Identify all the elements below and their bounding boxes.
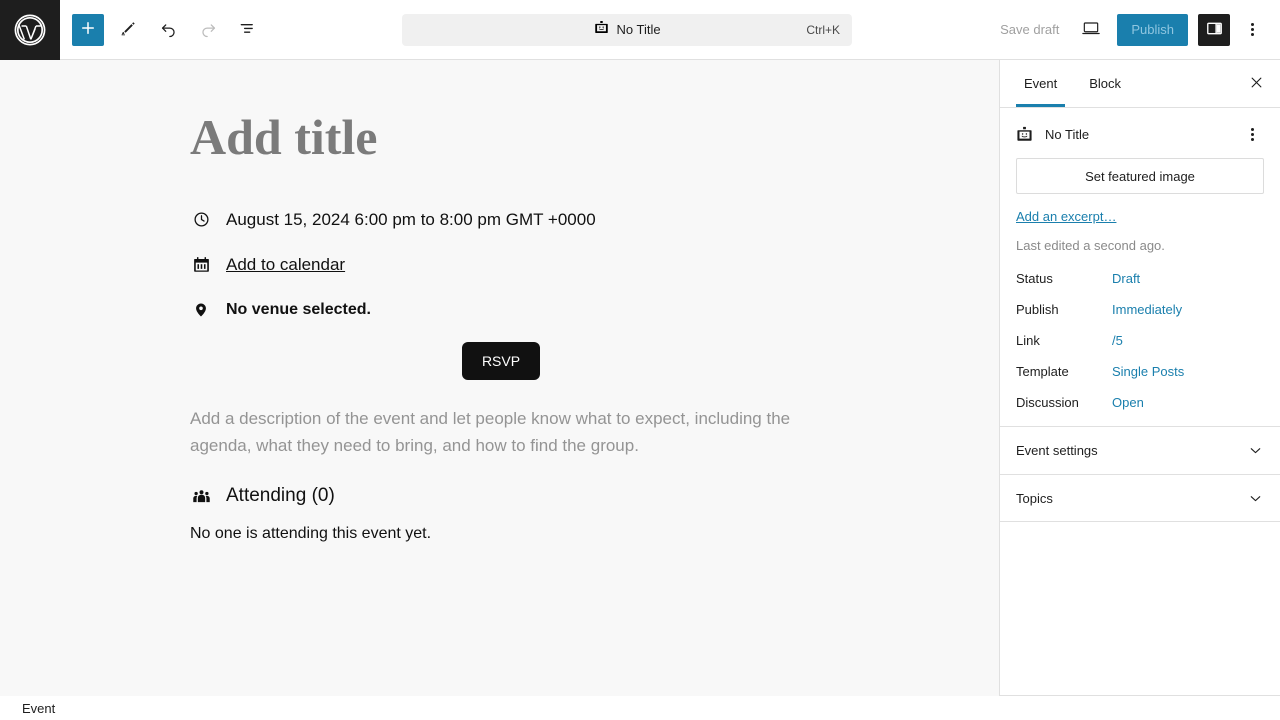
editor-status-bar: Event	[0, 696, 1280, 720]
meta-label-status: Status	[1016, 271, 1053, 286]
clock-icon	[190, 209, 212, 228]
attending-empty-text: No one is attending this event yet.	[190, 525, 432, 543]
wordpress-block-editor: No Title Ctrl+K Save draft Publish Add t…	[0, 0, 1280, 720]
settings-sidebar: Event Block No Title Set featured image …	[1000, 60, 1280, 696]
rsvp-button[interactable]: RSVP	[461, 342, 541, 381]
wordpress-logo-button[interactable]	[0, 0, 60, 60]
meta-value-discussion[interactable]: Open	[1112, 395, 1144, 410]
meta-value-template[interactable]: Single Posts	[1112, 364, 1184, 379]
meta-label-publish: Publish	[1016, 302, 1059, 317]
close-icon	[1249, 75, 1264, 93]
rsvp-button-wrapper: RSVP	[190, 342, 812, 381]
add-to-calendar-link[interactable]: Add to calendar	[226, 254, 345, 277]
sidebar-document-actions-button[interactable]	[1240, 122, 1264, 146]
tab-event[interactable]: Event	[1008, 60, 1073, 107]
last-edited-text: Last edited a second ago.	[1016, 238, 1165, 253]
event-datetime-text: August 15, 2024 6:00 pm to 8:00 pm GMT +…	[226, 210, 596, 229]
preview-button[interactable]	[1073, 12, 1109, 48]
undo-icon	[159, 19, 178, 41]
panel-event-settings[interactable]: Event settings	[1000, 426, 1280, 474]
sidebar-tablist: Event Block	[1000, 60, 1280, 108]
event-venue-text: No venue selected.	[226, 300, 371, 318]
meta-row-template: Template Single Posts	[1016, 364, 1264, 379]
panel-topics[interactable]: Topics	[1000, 474, 1280, 522]
plus-icon	[79, 19, 97, 40]
meta-value-publish[interactable]: Immediately	[1112, 302, 1182, 317]
add-excerpt-link[interactable]: Add an excerpt…	[1016, 209, 1116, 224]
meta-row-publish: Publish Immediately	[1016, 302, 1264, 317]
calendar-icon	[190, 254, 212, 273]
close-sidebar-button[interactable]	[1240, 68, 1272, 100]
undo-button[interactable]	[152, 14, 184, 46]
redo-button[interactable]	[192, 14, 224, 46]
save-draft-button[interactable]: Save draft	[990, 16, 1069, 43]
event-description-input[interactable]: Add a description of the event and let p…	[190, 406, 822, 459]
kebab-menu-icon	[1250, 127, 1254, 141]
sidebar-panel-icon	[1205, 19, 1224, 41]
command-center-shortcut: Ctrl+K	[806, 22, 841, 37]
attending-count-label: Attending (0)	[226, 485, 335, 507]
publish-button[interactable]: Publish	[1117, 13, 1188, 46]
chevron-down-icon	[1247, 490, 1264, 507]
event-block[interactable]: August 15, 2024 6:00 pm to 8:00 pm GMT +…	[190, 209, 812, 543]
editor-canvas: Add title August 15, 2024 6:00 pm to 8:0…	[0, 60, 1000, 696]
command-center-title-group: No Title	[402, 20, 852, 40]
command-center-title: No Title	[616, 22, 661, 37]
meta-label-template: Template	[1016, 364, 1069, 379]
event-calendar-row: Add to calendar	[190, 254, 812, 277]
add-block-button[interactable]	[72, 13, 104, 46]
toolbar-left-group	[60, 13, 264, 46]
event-datetime-row: August 15, 2024 6:00 pm to 8:00 pm GMT +…	[190, 209, 812, 232]
meta-row-discussion: Discussion Open	[1016, 395, 1264, 410]
wordpress-logo-icon	[13, 13, 47, 47]
meta-value-link[interactable]: /5	[1112, 333, 1123, 348]
panel-title-topics: Topics	[1016, 490, 1053, 506]
command-center-bar[interactable]: No Title Ctrl+K	[402, 13, 853, 46]
id-badge-icon	[594, 20, 609, 40]
attending-header: Attending (0)	[190, 485, 812, 507]
more-options-button[interactable]	[1236, 14, 1268, 46]
meta-value-status[interactable]: Draft	[1112, 271, 1140, 286]
tools-button[interactable]	[112, 14, 144, 46]
kebab-menu-icon	[1250, 23, 1254, 36]
toolbar-center-group: No Title Ctrl+K	[264, 13, 990, 46]
editor-toolbar: No Title Ctrl+K Save draft Publish	[0, 0, 1280, 60]
desktop-preview-icon	[1081, 18, 1101, 41]
list-view-button[interactable]	[232, 14, 264, 46]
map-pin-icon	[190, 299, 212, 319]
event-venue-row: No venue selected.	[190, 299, 812, 321]
tab-block[interactable]: Block	[1073, 60, 1137, 107]
sidebar-document-row: No Title	[1016, 108, 1264, 158]
people-group-icon	[190, 486, 212, 507]
post-title-input[interactable]: Add title	[190, 110, 999, 165]
meta-row-status: Status Draft	[1016, 271, 1264, 286]
panel-title-event-settings: Event settings	[1016, 443, 1098, 458]
meta-label-link: Link	[1016, 333, 1040, 348]
sidebar-body: No Title Set featured image Add an excer…	[1000, 108, 1280, 410]
post-content-wrapper: Add title August 15, 2024 6:00 pm to 8:0…	[0, 60, 999, 543]
meta-label-discussion: Discussion	[1016, 395, 1079, 410]
settings-sidebar-toggle-button[interactable]	[1198, 13, 1230, 46]
pencil-icon	[119, 19, 137, 40]
set-featured-image-button[interactable]: Set featured image	[1016, 158, 1264, 194]
selected-block-type: Event	[22, 700, 56, 716]
sidebar-document-title: No Title	[1045, 126, 1090, 142]
chevron-down-icon	[1247, 442, 1264, 459]
redo-icon	[199, 19, 218, 41]
meta-row-link: Link /5	[1016, 333, 1264, 348]
toolbar-right-group: Save draft Publish	[990, 12, 1280, 48]
id-badge-icon	[1016, 126, 1033, 143]
list-view-icon	[238, 18, 258, 41]
